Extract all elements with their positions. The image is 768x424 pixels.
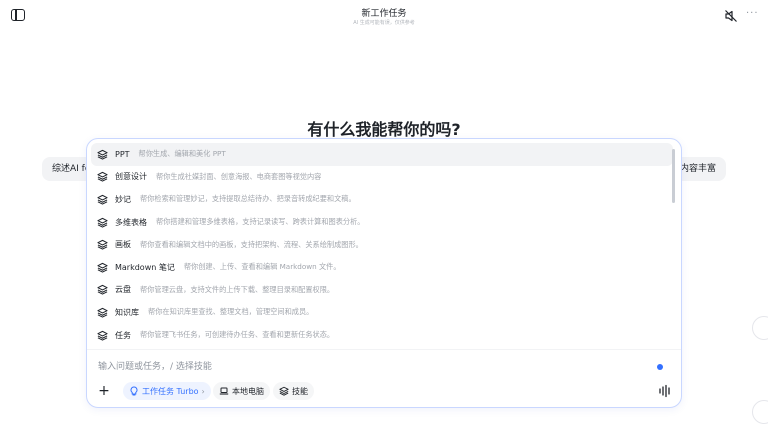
skill-list: PPT 帮你生成、编辑和美化 PPT 创意设计 帮你生成社媒封面、创意海报、电商… — [91, 143, 673, 345]
skill-name: PPT — [115, 149, 130, 159]
layers-icon — [97, 285, 108, 295]
skill-desc: 帮你在知识库里查找、整理文档，管理空间和成员。 — [148, 307, 314, 317]
layers-icon — [97, 194, 108, 205]
skill-item-drive[interactable]: 云盘 帮你管理云盘，支持文件的上传下载、整理目录和配置权限。 — [91, 279, 673, 302]
skill-item-markdown[interactable]: Markdown 笔记 帮你创建、上传、查看和编辑 Markdown 文件。 — [91, 256, 673, 279]
skill-item-whiteboard[interactable]: 画板 帮你查看和编辑文档中的画板，支持把架构、流程、关系绘制成图形。 — [91, 233, 673, 256]
skill-item-minutes[interactable]: 妙记 帮你检索和管理妙记，支持提取总结待办、把录音转成纪要和文稿。 — [91, 188, 673, 211]
skill-name: 创意设计 — [115, 172, 147, 182]
layers-icon — [97, 217, 108, 228]
more-icon[interactable]: ··· — [746, 8, 759, 19]
divider — [87, 349, 681, 350]
laptop-icon — [219, 387, 229, 395]
skill-desc: 帮你搭建和管理多维表格，支持记录读写、跨表计算和图表分析。 — [156, 217, 365, 227]
layers-icon — [97, 330, 108, 341]
skill-item-tasks[interactable]: 任务 帮你管理飞书任务，可创建待办任务、查看和更新任务状态。 — [91, 324, 673, 347]
skill-desc: 帮你生成社媒封面、创意海报、电商套图等视觉内容 — [156, 171, 322, 181]
send-indicator-icon[interactable] — [657, 364, 663, 370]
task-input[interactable] — [98, 359, 638, 375]
layers-icon — [97, 149, 108, 160]
skill-name: 多维表格 — [115, 217, 147, 227]
layers-icon — [97, 172, 108, 182]
skill-name: 云盘 — [115, 285, 131, 295]
skill-desc: 帮你检索和管理妙记，支持提取总结待办、把录音转成纪要和文稿。 — [140, 194, 356, 204]
skill-list-scrollbar[interactable] — [672, 145, 676, 345]
layers-icon — [97, 262, 108, 273]
add-attachment-button[interactable]: + — [97, 384, 111, 398]
skill-desc: 帮你查看和编辑文档中的画板，支持把架构、流程、关系绘制成图形。 — [140, 239, 363, 249]
mode-label: 工作任务 Turbo — [142, 386, 199, 396]
voice-wave-icon[interactable] — [657, 384, 673, 398]
skill-desc: 帮你管理云盘，支持文件的上传下载、整理目录和配置权限。 — [140, 284, 335, 294]
skill-name: 任务 — [115, 330, 131, 340]
page-subtitle: AI 生成可能有误，仅供参考 — [353, 20, 415, 26]
scrollbar-thumb[interactable] — [672, 149, 675, 203]
skill-name: 画板 — [115, 240, 131, 250]
skill-name: 知识库 — [115, 307, 139, 317]
skills-label: 技能 — [292, 386, 308, 396]
layers-icon — [279, 386, 289, 396]
local-computer-label: 本地电脑 — [232, 386, 264, 396]
chevron-right-icon: › — [201, 386, 205, 396]
skill-desc: 帮你创建、上传、查看和编辑 Markdown 文件。 — [183, 262, 341, 272]
sparkle-bulb-icon — [130, 386, 138, 396]
skill-desc: 帮你管理飞书任务，可创建待办任务、查看和更新任务状态。 — [140, 330, 335, 340]
side-float-button[interactable] — [752, 400, 768, 424]
side-float-button[interactable] — [752, 316, 768, 340]
composer-panel: PPT 帮你生成、编辑和美化 PPT 创意设计 帮你生成社媒封面、创意海报、电商… — [86, 138, 682, 408]
top-bar: 新工作任务 AI 生成可能有误，仅供参考 ··· — [0, 0, 768, 34]
local-computer-button[interactable]: 本地电脑 — [213, 382, 270, 400]
speaker-mute-icon[interactable] — [724, 9, 738, 23]
skills-button[interactable]: 技能 — [273, 382, 314, 400]
main-heading: 有什么我能帮你的吗? — [307, 120, 461, 139]
layers-icon — [97, 240, 108, 250]
skill-name: Markdown 笔记 — [115, 262, 175, 272]
skill-item-base[interactable]: 多维表格 帮你搭建和管理多维表格，支持记录读写、跨表计算和图表分析。 — [91, 211, 673, 234]
page-title: 新工作任务 — [361, 9, 407, 19]
skill-item-creative-design[interactable]: 创意设计 帮你生成社媒封面、创意海报、电商套图等视觉内容 — [91, 166, 673, 189]
mode-selector-button[interactable]: 工作任务 Turbo › — [123, 382, 211, 400]
skill-name: 妙记 — [115, 194, 131, 204]
skill-item-ppt[interactable]: PPT 帮你生成、编辑和美化 PPT — [91, 143, 673, 166]
skill-desc: 帮你生成、编辑和美化 PPT — [138, 149, 226, 159]
layers-icon — [97, 307, 108, 318]
skill-item-wiki[interactable]: 知识库 帮你在知识库里查找、整理文档，管理空间和成员。 — [91, 301, 673, 324]
